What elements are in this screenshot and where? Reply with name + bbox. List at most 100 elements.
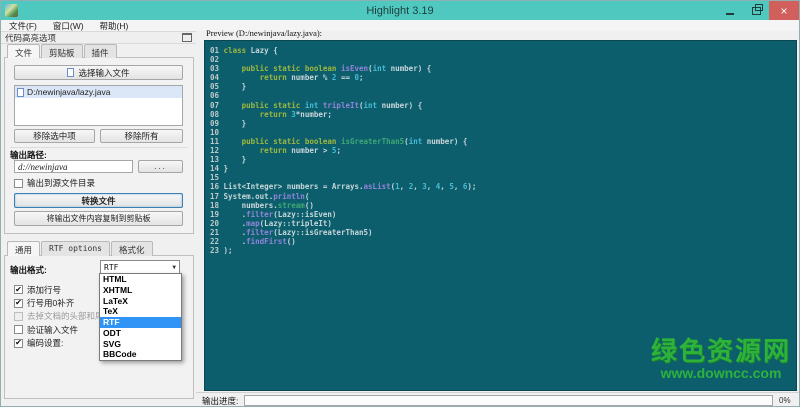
code-line: 02 [210,55,476,64]
code-line: 10 [210,128,476,137]
checkbox-icon [14,311,23,321]
tab-format[interactable]: 格式化 [111,241,153,256]
code-token: isGreaterThan5 [340,136,405,146]
checkbox-icon [14,285,23,295]
progress-bar [244,395,773,406]
code-token: return [259,146,287,156]
copy-output-to-clipboard-button[interactable]: 将输出文件内容复制到剪贴板 [14,211,183,226]
code-line: 11 public static boolean isGreaterThan5(… [210,137,476,146]
code-token: findFirst [246,236,287,246]
dropdown-option[interactable]: LaTeX [100,296,181,307]
line-number: 15 [210,173,224,183]
line-number: 22 [210,236,224,246]
checkbox-label: 添加行号 [27,284,62,295]
code-preview: 01 class Lazy {02 03 public static boole… [204,40,797,391]
code-token: int [363,100,378,110]
tab-general[interactable]: 通用 [7,241,41,256]
tab-clipboard[interactable]: 剪贴板 [41,44,83,58]
minimize-button[interactable] [717,1,743,20]
code-token: ( [304,191,310,201]
dropdown-option[interactable]: SVG [100,339,181,350]
code-line: 07 public static int tripleIt(int number… [210,101,476,110]
checkbox-encoding-settings[interactable]: 编码设置: [14,337,112,350]
code-line: 13 } [210,155,476,164]
dropdown-option[interactable]: BBCode [100,349,181,360]
code-token: static [273,136,301,146]
float-panel-icon[interactable] [182,33,192,42]
remove-all-button[interactable]: 移除所有 [100,129,183,143]
output-format-value: RTF [104,263,119,272]
code-token: ; [359,73,364,83]
app-icon [5,4,18,17]
code-line: 16 List<Integer> numbers = Arrays.asList… [210,182,476,191]
remove-selected-button[interactable]: 移除选中项 [14,129,95,143]
titlebar: Highlight 3.19 × [1,1,799,20]
close-button[interactable]: × [769,1,799,20]
menu-item[interactable]: 文件(F) [1,20,45,32]
code-token: isEven [340,64,369,74]
code-token: . [223,236,247,246]
checkbox-icon [14,298,23,308]
line-number: 07 [210,100,224,110]
code-token: () [286,236,296,246]
code-token: number) { [386,64,432,74]
code-token: number > [286,146,332,156]
file-tab-panel: 选择输入文件 D:/newinjava/lazy.java 移除选中项 移除所有… [4,57,194,234]
code-token: filter [246,227,274,237]
dock-header: 代码高亮选项 [1,31,196,44]
dropdown-option[interactable]: HTML [100,274,181,285]
code-token: return [259,109,287,119]
dropdown-option[interactable]: ODT [100,328,181,339]
menu-item[interactable]: 窗口(W) [45,20,92,32]
line-number: 10 [210,127,224,137]
checkbox-pad-line-numbers-zero[interactable]: 行号用0补齐 [14,296,112,309]
checkbox-add-line-numbers[interactable]: 添加行号 [14,283,112,296]
line-number: 02 [210,55,224,65]
close-icon: × [780,3,788,18]
file-list-item[interactable]: D:/newinjava/lazy.java [15,86,182,98]
code-token: *number; [295,109,332,119]
restore-button[interactable] [743,1,769,20]
dropdown-option[interactable]: TeX [100,306,181,317]
code-token: public [241,136,269,146]
code-line: 21 .filter(Lazy::isGreaterThan5) [210,228,476,237]
code-token: number % [286,73,332,83]
checkbox-validate-input[interactable]: 验证输入文件 [14,323,112,336]
menu-item[interactable]: 帮助(H) [92,20,137,32]
code-token: static [273,64,301,74]
browse-button[interactable]: ... [138,160,183,173]
code-token: int [372,64,387,74]
output-to-source-checkbox[interactable]: 输出到源文件目录 [14,177,95,189]
dropdown-option[interactable]: XHTML [100,285,181,296]
code-token: Lazy { [246,46,278,55]
output-path-input[interactable]: d://newinjava [14,160,133,173]
code-token: filter [246,209,274,219]
code-token: ); [467,182,477,192]
code-token: System.out. [223,191,274,201]
code-token: () [304,200,314,210]
code-token: ; [336,146,341,156]
tab-files[interactable]: 文件 [7,44,41,58]
convert-files-button[interactable]: 转换文件 [14,193,183,208]
dock-title: 代码高亮选项 [5,32,57,43]
code-token: class [223,46,247,55]
code-token: public [241,64,269,74]
document-icon [67,68,75,77]
file-name: D:/newinjava/lazy.java [27,87,111,97]
code-token: ); [223,246,233,256]
file-list[interactable]: D:/newinjava/lazy.java [14,85,183,126]
code-line: 22 .findFirst() [210,237,476,246]
line-number: 05 [210,82,224,92]
dropdown-option[interactable]: RTF [100,317,181,328]
watermark-title: 绿色资源网 [650,336,791,366]
tab-plugins[interactable]: 插件 [83,44,117,58]
tab-rtf-options[interactable]: RTF options [41,241,110,256]
code-token: numbers. [223,200,278,210]
code-token: (Lazy::isEven) [273,209,337,219]
code-token: , [399,182,409,192]
code-line: 04 return number % 2 == 0; [210,73,476,82]
select-input-files-button[interactable]: 选择输入文件 [14,65,183,80]
